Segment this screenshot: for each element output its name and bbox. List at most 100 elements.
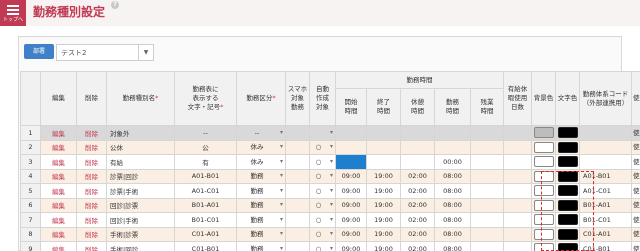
edit-link[interactable]: 編集 xyxy=(40,154,77,170)
display-symbol-field[interactable]: C01-B01 xyxy=(174,241,237,251)
auto-create-value[interactable]: ○ xyxy=(311,156,334,168)
category-select-value[interactable]: 勤務 xyxy=(238,243,284,251)
fg-color-picker[interactable] xyxy=(555,212,581,228)
break-time-field[interactable] xyxy=(400,139,435,155)
smartphone-toggle[interactable] xyxy=(285,226,310,242)
bg-color-picker[interactable] xyxy=(531,154,557,170)
overtime-field[interactable] xyxy=(469,226,505,242)
auto-create-value[interactable] xyxy=(311,127,334,139)
end-time-field[interactable]: 19:00 xyxy=(366,168,401,184)
auto-create-value[interactable]: ○ xyxy=(311,199,334,211)
start-time-field[interactable]: 09:00 xyxy=(335,226,367,242)
fg-color-picker[interactable] xyxy=(555,168,581,184)
smartphone-toggle[interactable] xyxy=(285,125,310,141)
category-select[interactable]: 勤務 xyxy=(236,197,286,213)
bg-color-swatch[interactable] xyxy=(533,185,554,197)
category-select[interactable]: 勤務 xyxy=(236,212,286,228)
usage-select[interactable]: 使用する xyxy=(631,139,640,155)
category-select-value[interactable]: 勤務 xyxy=(238,214,284,226)
category-select-value[interactable]: 休み xyxy=(238,141,284,153)
display-symbol-field[interactable]: C01-A01 xyxy=(174,226,237,242)
work-time-field[interactable]: 08:00 xyxy=(434,241,471,251)
bg-color-picker[interactable] xyxy=(531,125,557,141)
usage-select-value[interactable]: 使用する xyxy=(633,127,640,139)
bg-color-swatch[interactable] xyxy=(533,243,554,251)
external-code-field[interactable]: C01-B01 xyxy=(579,241,633,251)
delete-link[interactable]: 削除 xyxy=(76,197,107,213)
bg-color-swatch[interactable] xyxy=(533,141,554,153)
auto-create-select[interactable] xyxy=(309,125,336,141)
work-time-field[interactable]: 08:00 xyxy=(434,212,471,228)
auto-create-value[interactable]: ○ xyxy=(311,170,334,182)
edit-link[interactable]: 編集 xyxy=(40,168,77,184)
fg-color-swatch[interactable] xyxy=(557,127,578,139)
overtime-field[interactable] xyxy=(469,154,505,170)
shift-name-field[interactable]: 診票|回診 xyxy=(106,168,175,184)
break-time-field[interactable]: 02:00 xyxy=(400,212,435,228)
paid-leave-field[interactable] xyxy=(503,226,533,242)
paid-leave-field[interactable] xyxy=(503,154,533,170)
shift-name-field[interactable]: 公休 xyxy=(106,139,175,155)
usage-select-value[interactable]: 使用する xyxy=(633,228,640,240)
auto-create-select[interactable]: ○ xyxy=(309,197,336,213)
work-time-field[interactable]: 08:00 xyxy=(434,226,471,242)
work-time-field[interactable]: 08:00 xyxy=(434,197,471,213)
start-time-field[interactable]: 09:00 xyxy=(335,183,367,199)
auto-create-select[interactable]: ○ xyxy=(309,154,336,170)
break-time-field[interactable]: 02:00 xyxy=(400,226,435,242)
usage-select[interactable]: 使用する xyxy=(631,168,640,184)
auto-create-value[interactable]: ○ xyxy=(311,185,334,197)
external-code-field[interactable]: A01-C01 xyxy=(579,183,633,199)
smartphone-toggle[interactable] xyxy=(285,241,310,251)
overtime-field[interactable] xyxy=(469,212,505,228)
category-select[interactable]: 勤務 xyxy=(236,168,286,184)
usage-select[interactable]: 使用する xyxy=(631,125,640,141)
category-select[interactable]: 勤務 xyxy=(236,226,286,242)
work-time-field[interactable]: 08:00 xyxy=(434,168,471,184)
overtime-field[interactable] xyxy=(469,183,505,199)
external-code-field[interactable]: A01-B01 xyxy=(579,168,633,184)
category-select[interactable]: -- xyxy=(236,125,286,141)
usage-select[interactable]: 使用する xyxy=(631,212,640,228)
bg-color-swatch[interactable] xyxy=(533,156,554,168)
bg-color-swatch[interactable] xyxy=(533,170,554,182)
usage-select-value[interactable]: 使用する xyxy=(633,156,640,168)
display-symbol-field[interactable]: A01-B01 xyxy=(174,168,237,184)
shift-name-field[interactable]: 手術|診票 xyxy=(106,226,175,242)
edit-link[interactable]: 編集 xyxy=(40,226,77,242)
smartphone-toggle[interactable] xyxy=(285,197,310,213)
break-time-field[interactable] xyxy=(400,154,435,170)
start-time-field[interactable]: 09:00 xyxy=(335,241,367,251)
shift-name-field[interactable]: 手術|回診 xyxy=(106,241,175,251)
smartphone-toggle[interactable] xyxy=(285,212,310,228)
fg-color-picker[interactable] xyxy=(555,226,581,242)
delete-link[interactable]: 削除 xyxy=(76,241,107,251)
bg-color-picker[interactable] xyxy=(531,197,557,213)
fg-color-swatch[interactable] xyxy=(557,243,578,251)
help-icon[interactable]: ? xyxy=(111,1,119,9)
delete-link[interactable]: 削除 xyxy=(76,125,107,141)
external-code-field[interactable]: B01-C01 xyxy=(579,212,633,228)
fg-color-swatch[interactable] xyxy=(557,228,578,240)
category-select-value[interactable]: -- xyxy=(238,127,284,139)
bg-color-picker[interactable] xyxy=(531,183,557,199)
paid-leave-field[interactable] xyxy=(503,197,533,213)
bg-color-picker[interactable] xyxy=(531,226,557,242)
delete-link[interactable]: 削除 xyxy=(76,212,107,228)
auto-create-select[interactable]: ○ xyxy=(309,212,336,228)
usage-select-value[interactable]: 使用する xyxy=(633,185,640,197)
work-time-field[interactable]: 00:00 xyxy=(434,154,471,170)
auto-create-select[interactable]: ○ xyxy=(309,168,336,184)
work-time-field[interactable]: 08:00 xyxy=(434,183,471,199)
fg-color-picker[interactable] xyxy=(555,197,581,213)
auto-create-select[interactable]: ○ xyxy=(309,139,336,155)
delete-link[interactable]: 削除 xyxy=(76,183,107,199)
bg-color-picker[interactable] xyxy=(531,241,557,251)
end-time-field[interactable] xyxy=(366,139,401,155)
start-time-field[interactable] xyxy=(335,125,367,141)
display-symbol-field[interactable]: -- xyxy=(174,125,237,141)
bg-color-picker[interactable] xyxy=(531,168,557,184)
work-time-field[interactable] xyxy=(434,139,471,155)
fg-color-picker[interactable] xyxy=(555,154,581,170)
overtime-field[interactable] xyxy=(469,125,505,141)
